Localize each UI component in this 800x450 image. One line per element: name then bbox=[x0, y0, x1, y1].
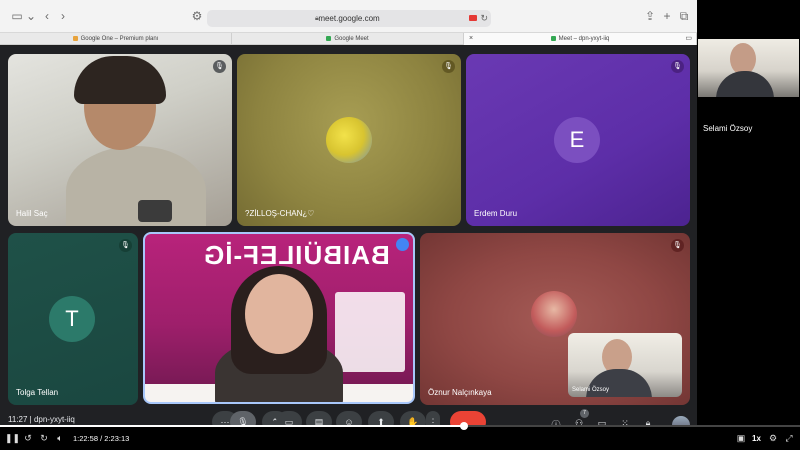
participant-cup bbox=[138, 200, 172, 222]
forward-icon[interactable]: ↻ bbox=[38, 433, 50, 444]
profile-picture bbox=[326, 117, 372, 163]
participant-tile-zillos[interactable]: 🎙︎ ?ZİLLOŞ-CHAN¿♡ bbox=[237, 54, 461, 226]
video-player-frame: ▭ ⌄ ‹ › ⚙ 🔒︎ meet.google.com ↻ ⇪ + ⧉ Goo… bbox=[0, 0, 800, 450]
right-speaker-panel: Selami Özsoy bbox=[697, 0, 800, 444]
participant-tile-tolga[interactable]: T 🎙︎ Tolga Tellan bbox=[8, 233, 138, 405]
new-tab-icon[interactable]: + bbox=[660, 9, 674, 23]
tab-label: Meet – dpn-yxyt-iiq bbox=[558, 36, 610, 42]
reload-icon[interactable]: ↻ bbox=[480, 10, 488, 27]
participant-body bbox=[716, 71, 774, 97]
share-icon[interactable]: ⇪ bbox=[643, 9, 657, 23]
participant-head bbox=[245, 274, 313, 354]
participant-name: Öznur Nalçınkaya bbox=[428, 388, 492, 397]
meet-favicon-icon bbox=[550, 35, 556, 41]
participant-name: Tolga Tellan bbox=[16, 388, 59, 397]
page-settings-icon[interactable]: ⚙ bbox=[190, 9, 204, 23]
participant-initial-avatar: E bbox=[554, 117, 600, 163]
tab-label: Google Meet bbox=[334, 36, 369, 42]
participant-name: ?ZİLLOŞ-CHAN¿♡ bbox=[245, 209, 315, 218]
subtitles-icon[interactable]: ▣ bbox=[735, 433, 747, 444]
participant-tile-oznur[interactable]: 🎙︎ Öznur Nalçınkaya Selami Özsoy bbox=[420, 233, 690, 405]
banner-info-panel bbox=[335, 292, 405, 372]
tab-google-meet[interactable]: Google Meet bbox=[232, 33, 464, 45]
volume-icon[interactable]: 🔈︎ bbox=[54, 433, 66, 444]
self-view-pip[interactable]: Selami Özsoy bbox=[568, 333, 682, 397]
gear-icon[interactable]: ⚙ bbox=[767, 433, 779, 444]
camera-icon: ▭ bbox=[685, 35, 692, 42]
participant-tile-halil[interactable]: 🎙︎ Halil Saç bbox=[8, 54, 232, 226]
participant-name: Erdem Duru bbox=[474, 209, 518, 218]
video-player-bar: ❚❚ ↺ ↻ 🔈︎ 1:22:58 / 2:23:13 ▣ 1x ⚙ ⤢ bbox=[0, 422, 800, 450]
back-icon[interactable]: ‹ bbox=[40, 9, 54, 23]
meet-call-area: 🎙︎ Halil Saç 🎙︎ ?ZİLLOŞ-CHAN¿♡ E 🎙︎ Erde… bbox=[0, 46, 697, 444]
speaker-video bbox=[698, 39, 799, 97]
participant-tile-erdem[interactable]: E 🎙︎ Erdem Duru bbox=[466, 54, 690, 226]
mic-muted-icon: 🎙︎ bbox=[671, 239, 684, 252]
meet-favicon-icon bbox=[326, 35, 332, 41]
progress-fill bbox=[0, 425, 464, 427]
people-count-badge: 7 bbox=[580, 409, 589, 418]
speaker-name: Selami Özsoy bbox=[703, 124, 753, 133]
camera-recording-icon bbox=[469, 15, 477, 21]
tab-label: Google One – Premium planı bbox=[80, 36, 159, 42]
mic-muted-icon: 🎙︎ bbox=[119, 239, 132, 252]
fullscreen-icon[interactable]: ⤢ bbox=[783, 433, 795, 444]
tab-google-one[interactable]: Google One – Premium planı bbox=[0, 33, 232, 45]
mic-muted-icon: 🎙︎ bbox=[213, 60, 226, 73]
self-view-name: Selami Özsoy bbox=[572, 387, 610, 393]
pause-icon[interactable]: ❚❚ bbox=[5, 433, 20, 444]
progress-knob[interactable] bbox=[460, 422, 468, 430]
participant-tile-presenter[interactable]: BAIBÜILEF-İG bbox=[143, 232, 415, 404]
tab-overview-icon[interactable]: ⧉ bbox=[677, 9, 691, 23]
browser-toolbar: ▭ ⌄ ‹ › ⚙ 🔒︎ meet.google.com ↻ ⇪ + ⧉ bbox=[0, 0, 697, 33]
mic-muted-icon: 🎙︎ bbox=[671, 60, 684, 73]
tab-bar: Google One – Premium planı Google Meet ×… bbox=[0, 33, 697, 45]
tab-meet-call[interactable]: × Meet – dpn-yxyt-iiq ▭ bbox=[464, 33, 697, 45]
forward-icon[interactable]: › bbox=[56, 9, 70, 23]
participant-name: Halil Saç bbox=[16, 209, 48, 218]
meeting-time-code: 11:27 | dpn-yxyt-iiq bbox=[8, 415, 75, 424]
address-bar[interactable]: 🔒︎ meet.google.com ↻ bbox=[207, 10, 491, 27]
banner-text: BAIBÜILEF-İG bbox=[203, 240, 390, 270]
mic-muted-icon: 🎙︎ bbox=[442, 60, 455, 73]
lock-icon: 🔒︎ bbox=[315, 15, 319, 22]
profile-picture bbox=[531, 291, 577, 337]
chevron-down-icon[interactable]: ⌄ bbox=[24, 9, 38, 23]
playback-time: 1:22:58 / 2:23:13 bbox=[73, 434, 130, 443]
participant-initial-avatar: T bbox=[49, 296, 95, 342]
speaking-indicator-icon bbox=[396, 238, 409, 251]
close-tab-icon[interactable]: × bbox=[469, 33, 473, 45]
participant-hair bbox=[74, 56, 166, 104]
rewind-icon[interactable]: ↺ bbox=[22, 433, 34, 444]
sidebar-icon[interactable]: ▭ bbox=[10, 9, 24, 23]
participant-body bbox=[66, 146, 206, 226]
url-text: meet.google.com bbox=[318, 14, 380, 23]
google-one-favicon-icon bbox=[72, 35, 78, 41]
playback-speed[interactable]: 1x bbox=[752, 434, 761, 443]
browser-window: ▭ ⌄ ‹ › ⚙ 🔒︎ meet.google.com ↻ ⇪ + ⧉ Goo… bbox=[0, 0, 697, 444]
progress-track[interactable] bbox=[0, 422, 800, 430]
